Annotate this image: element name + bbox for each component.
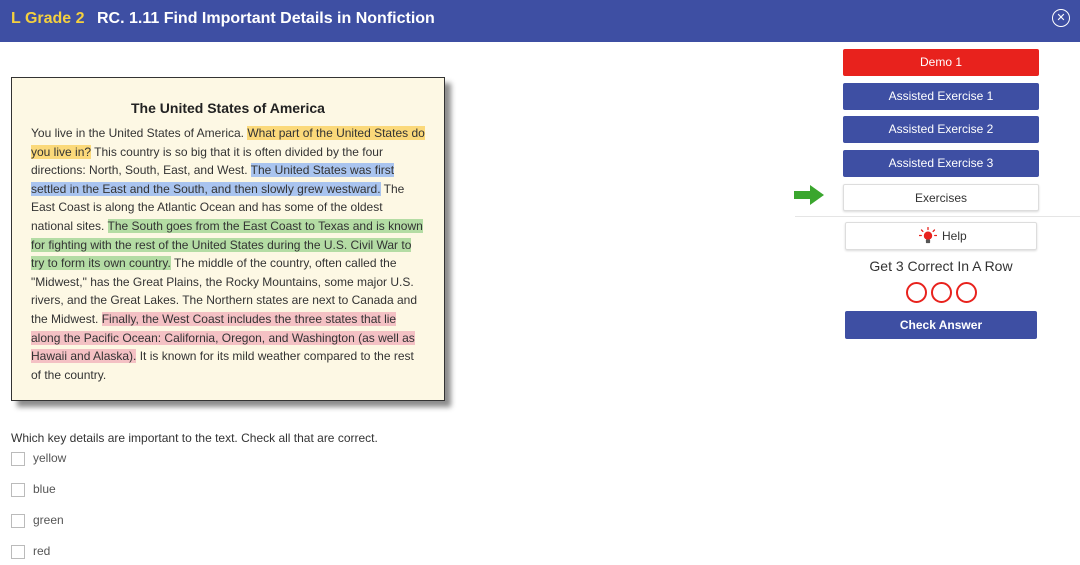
grade-letter: L (11, 10, 21, 27)
grade-text: Grade 2 (24, 10, 85, 27)
exercises-button[interactable]: Exercises (843, 184, 1039, 211)
top-bar: L Grade 2 RC. 1.11 Find Important Detail… (0, 0, 1080, 42)
demo-1-button[interactable]: Demo 1 (843, 49, 1039, 76)
streak-circle (956, 282, 977, 303)
help-label: Help (942, 229, 967, 243)
option-label: yellow (33, 451, 67, 465)
option-label: red (33, 544, 51, 558)
passage-card: The United States of America You live in… (11, 77, 445, 401)
passage-segment: You live in the United States of America… (31, 126, 248, 140)
streak-circle (931, 282, 952, 303)
lesson-title: RC. 1.11 Find Important Details in Nonfi… (97, 10, 435, 27)
check-answer-button[interactable]: Check Answer (845, 311, 1037, 339)
passage-title: The United States of America (131, 100, 325, 116)
checkbox[interactable] (11, 483, 25, 497)
divider (795, 216, 1080, 217)
checkbox[interactable] (11, 545, 25, 559)
checkbox[interactable] (11, 514, 25, 528)
passage-text: You live in the United States of America… (31, 124, 427, 384)
streak-circle (906, 282, 927, 303)
option-label: green (33, 513, 64, 527)
lightbulb-icon (919, 227, 937, 244)
option-label: blue (33, 482, 56, 496)
grade-label: L Grade 2 (11, 10, 85, 28)
checkbox[interactable] (11, 452, 25, 466)
streak-label: Get 3 Correct In A Row (869, 258, 1013, 274)
help-button[interactable]: Help (845, 222, 1037, 250)
assisted-exercise-3-button[interactable]: Assisted Exercise 3 (843, 150, 1039, 177)
arrow-right-icon (794, 185, 824, 205)
question-prompt: Which key details are important to the t… (11, 431, 378, 445)
assisted-exercise-2-button[interactable]: Assisted Exercise 2 (843, 116, 1039, 143)
close-icon[interactable]: ✕ (1052, 9, 1070, 27)
streak-progress (906, 282, 978, 304)
assisted-exercise-1-button[interactable]: Assisted Exercise 1 (843, 83, 1039, 110)
